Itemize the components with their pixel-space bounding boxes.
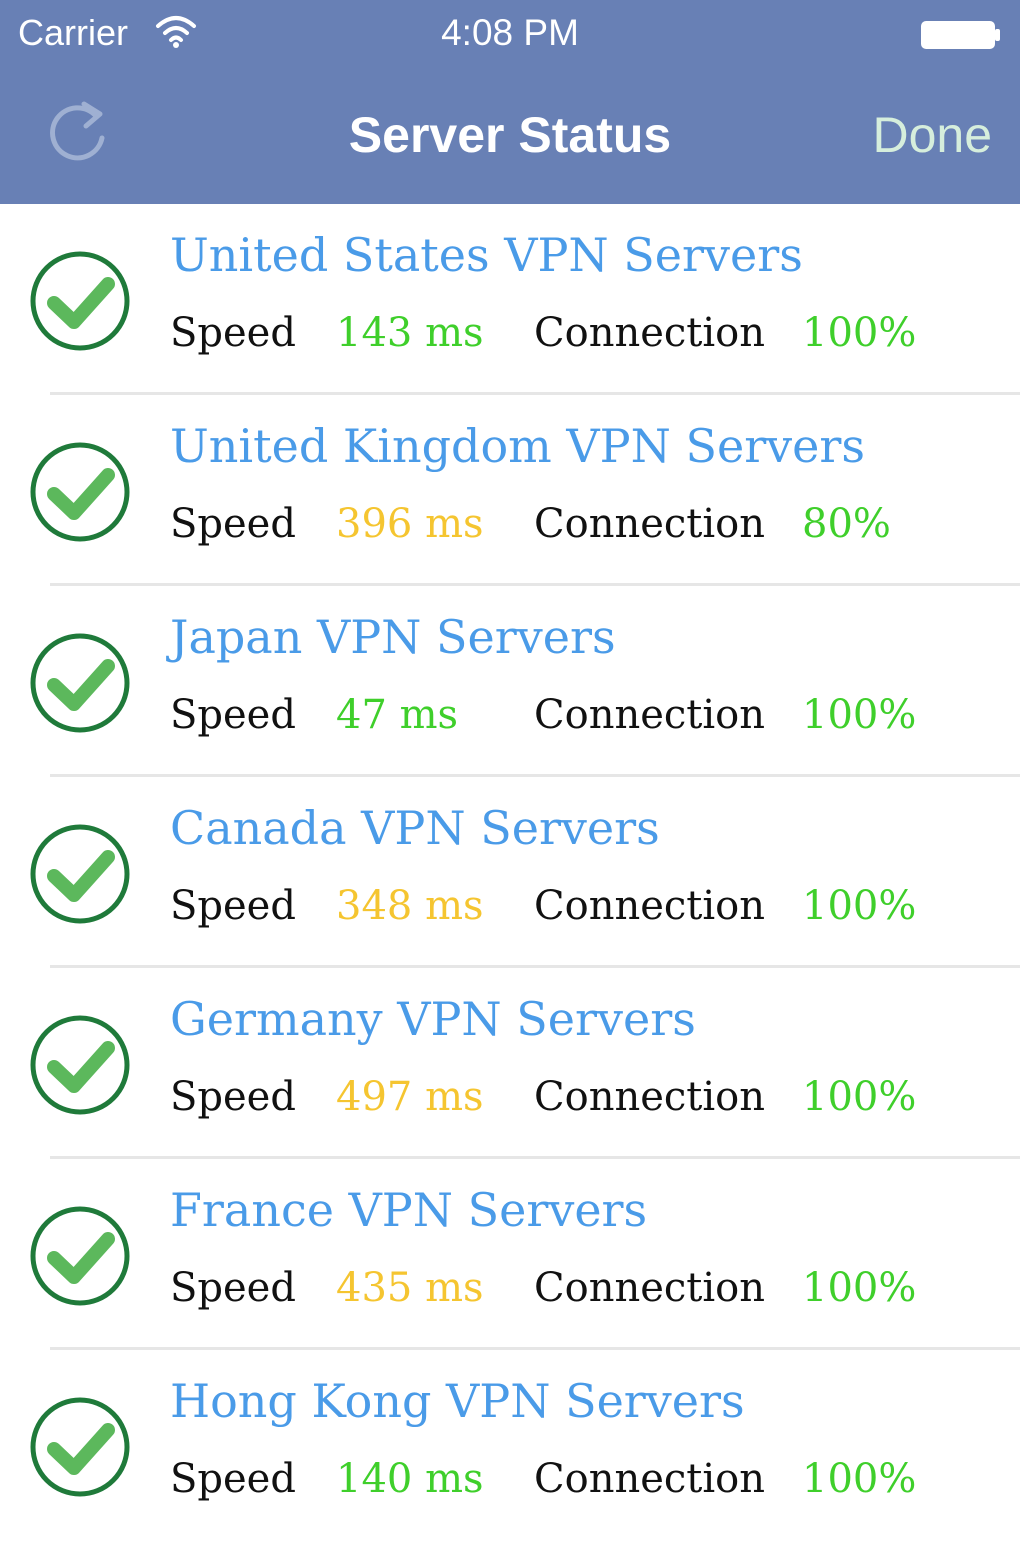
server-name: United Kingdom VPN Servers [170,419,865,473]
speed-value: 348 ms [336,883,484,929]
speed-label: Speed [170,1074,296,1120]
connection-value: 100% [802,310,917,356]
connection-label: Connection [534,310,765,356]
check-icon [30,442,130,542]
server-name: United States VPN Servers [170,228,803,282]
speed-label: Speed [170,1265,296,1311]
speed-label: Speed [170,501,296,547]
server-name: France VPN Servers [170,1183,648,1237]
check-icon [30,1206,130,1306]
server-row-1[interactable]: United States VPN Servers Speed 143 ms C… [0,204,1020,395]
connection-label: Connection [534,501,765,547]
check-icon [30,824,130,924]
speed-label: Speed [170,310,296,356]
speed-label: Speed [170,883,296,929]
connection-label: Connection [534,883,765,929]
connection-value: 100% [802,1265,917,1311]
check-icon [30,1397,130,1497]
status-time: 4:08 PM [441,12,579,53]
check-icon [30,633,130,733]
status-bar: Carrier 4:08 PM [0,0,1020,70]
server-row-4[interactable]: Canada VPN Servers Speed 348 ms Connecti… [0,777,1020,968]
connection-label: Connection [534,1456,765,1502]
check-icon [30,1015,130,1115]
speed-label: Speed [170,692,296,738]
page-title: Server Status [348,107,672,163]
server-row-7[interactable]: Hong Kong VPN Servers Speed 140 ms Conne… [0,1350,1020,1541]
connection-value: 100% [802,883,917,929]
speed-value: 140 ms [336,1456,484,1502]
connection-label: Connection [534,692,765,738]
connection-value: 80% [802,501,891,547]
connection-value: 100% [802,1456,917,1502]
speed-value: 435 ms [336,1265,484,1311]
speed-label: Speed [170,1456,296,1502]
server-row-3[interactable]: Japan VPN Servers Speed 47 ms Connection… [0,586,1020,777]
server-row-2[interactable]: United Kingdom VPN Servers Speed 396 ms … [0,395,1020,586]
speed-value: 396 ms [336,501,484,547]
check-icon [30,251,130,351]
navigation-bar: Server Status Done [0,70,1020,204]
connection-value: 100% [802,692,917,738]
server-list: United States VPN Servers Speed 143 ms C… [0,204,1020,1541]
speed-value: 143 ms [336,310,484,356]
battery-icon [921,21,1000,49]
connection-value: 100% [802,1074,917,1120]
speed-value: 47 ms [336,692,459,738]
server-name: Hong Kong VPN Servers [170,1374,745,1428]
done-button[interactable]: Done [872,106,992,164]
speed-value: 497 ms [336,1074,484,1120]
connection-label: Connection [534,1074,765,1120]
server-name: Japan VPN Servers [170,610,616,664]
server-row-6[interactable]: France VPN Servers Speed 435 ms Connecti… [0,1159,1020,1350]
server-name: Canada VPN Servers [170,801,660,855]
server-name: Germany VPN Servers [170,992,696,1046]
connection-label: Connection [534,1265,765,1311]
server-row-5[interactable]: Germany VPN Servers Speed 497 ms Connect… [0,968,1020,1159]
